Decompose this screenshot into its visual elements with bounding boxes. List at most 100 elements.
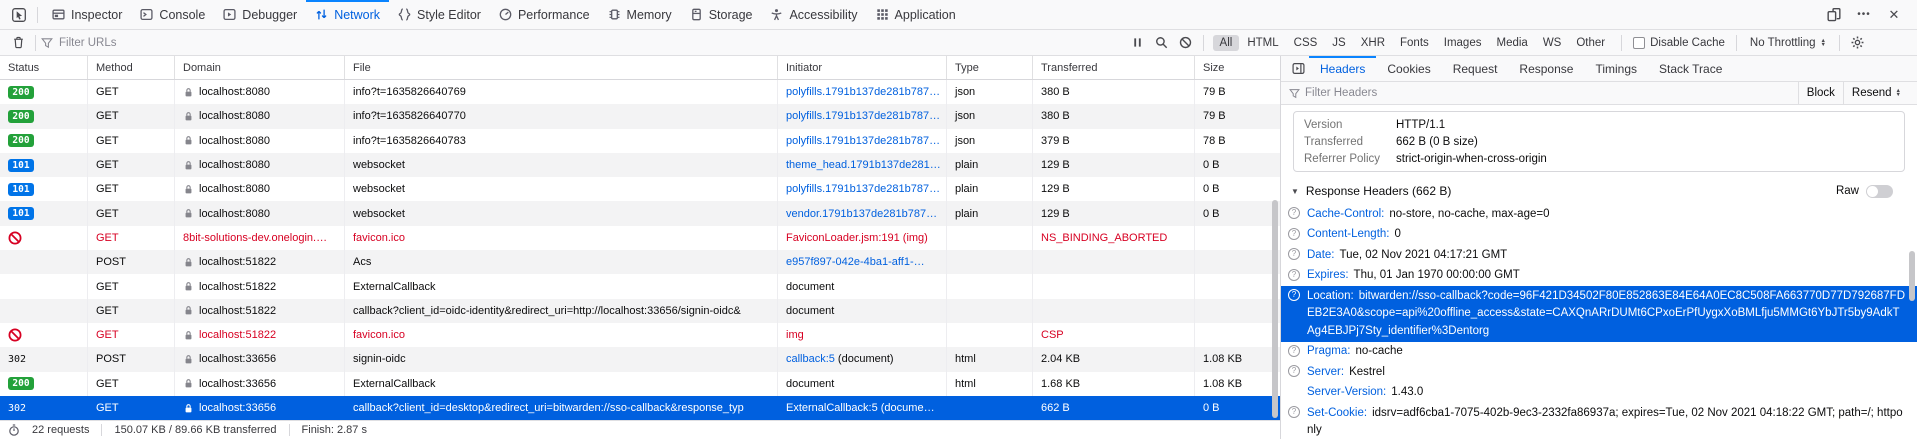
tab-memory[interactable]: Memory	[599, 0, 681, 29]
initiator-link[interactable]: polyfills.1791b137de281b787…	[786, 110, 940, 122]
help-icon[interactable]: ?	[1288, 406, 1300, 418]
request-row[interactable]: GETlocalhost:51822callback?client_id=oid…	[0, 299, 1280, 323]
initiator-link[interactable]: polyfills.1791b137de281b787…	[786, 86, 940, 98]
response-header-row[interactable]: ?Date:Tue, 02 Nov 2021 04:17:21 GMT	[1281, 245, 1917, 266]
header-value: Kestrel	[1349, 366, 1385, 378]
request-list-scrollbar-thumb[interactable]	[1272, 200, 1278, 418]
response-header-row[interactable]: ?Content-Length:0	[1281, 225, 1917, 246]
initiator-link[interactable]: theme_head.1791b137de281…	[786, 159, 941, 171]
column-header-size[interactable]: Size	[1195, 56, 1280, 79]
filter-pill-css[interactable]: CSS	[1287, 35, 1325, 51]
col-domain: 8bit-solutions-dev.onelogin.…	[175, 226, 345, 250]
tab-performance[interactable]: Performance	[490, 0, 599, 29]
column-header-method[interactable]: Method	[88, 56, 175, 79]
detail-tab-stack-trace[interactable]: Stack Trace	[1648, 56, 1733, 81]
help-icon[interactable]: ?	[1288, 345, 1300, 357]
column-header-status[interactable]: Status	[0, 56, 88, 79]
response-header-row[interactable]: ?Location:bitwarden://sso-callback?code=…	[1281, 286, 1917, 342]
response-header-row[interactable]: ?Server:Kestrel	[1281, 362, 1917, 383]
block-request-icon[interactable]	[1174, 31, 1198, 55]
request-row[interactable]: GETlocalhost:51822ExternalCallbackdocume…	[0, 274, 1280, 298]
request-row[interactable]: 200GETlocalhost:8080info?t=1635826640783…	[0, 129, 1280, 153]
column-header-file[interactable]: File	[345, 56, 778, 79]
filter-pill-html[interactable]: HTML	[1240, 35, 1285, 51]
search-icon[interactable]	[1150, 31, 1174, 55]
request-row[interactable]: 101GETlocalhost:8080websockettheme_head.…	[0, 153, 1280, 177]
help-icon[interactable]: ?	[1288, 228, 1300, 240]
initiator-link[interactable]: callback:5	[786, 353, 835, 365]
block-button[interactable]: Block	[1798, 82, 1843, 104]
response-headers-section[interactable]: ▼ Response Headers (662 B) Raw	[1281, 180, 1917, 204]
tab-storage[interactable]: Storage	[681, 0, 762, 29]
request-row[interactable]: GET8bit-solutions-dev.onelogin.…favicon.…	[0, 226, 1280, 250]
responsive-design-icon[interactable]	[1821, 0, 1847, 29]
clear-requests-icon[interactable]	[6, 31, 30, 55]
raw-toggle[interactable]	[1866, 185, 1893, 198]
header-name: Cache-Control:	[1307, 208, 1384, 220]
request-row[interactable]: 200GETlocalhost:8080info?t=1635826640769…	[0, 80, 1280, 104]
response-header-row[interactable]: ?Cache-Control:no-store, no-cache, max-a…	[1281, 204, 1917, 225]
request-row[interactable]: 200GETlocalhost:33656ExternalCallbackdoc…	[0, 372, 1280, 396]
request-row[interactable]: 101GETlocalhost:8080websocketpolyfills.1…	[0, 177, 1280, 201]
column-header-initiator[interactable]: Initiator	[778, 56, 947, 79]
detail-tab-response[interactable]: Response	[1508, 56, 1584, 81]
response-header-row[interactable]: ?Set-Cookie:idsrv=adf6cba1-7075-402b-9ec…	[1281, 403, 1917, 439]
column-header-domain[interactable]: Domain	[175, 56, 345, 79]
request-row[interactable]: 200GETlocalhost:8080info?t=1635826640770…	[0, 104, 1280, 128]
network-settings-gear-icon[interactable]	[1845, 31, 1869, 55]
tab-accessibility[interactable]: Accessibility	[761, 0, 866, 29]
help-icon[interactable]: ?	[1288, 207, 1300, 219]
header-name: Location:	[1307, 290, 1354, 302]
expand-panel-icon[interactable]	[1287, 56, 1309, 81]
menu-icon[interactable]: •••	[1851, 0, 1877, 29]
initiator-link[interactable]: vendor.1791b137de281b787…	[786, 208, 937, 220]
initiator-link[interactable]: polyfills.1791b137de281b787…	[786, 183, 940, 195]
filter-headers-input[interactable]: Filter Headers	[1305, 87, 1377, 99]
filter-pill-js[interactable]: JS	[1325, 35, 1352, 51]
column-header-transferred[interactable]: Transferred	[1033, 56, 1195, 79]
help-icon[interactable]: ?	[1288, 289, 1300, 301]
request-row[interactable]: POSTlocalhost:51822Acse957f897-042e-4ba1…	[0, 250, 1280, 274]
column-header-type[interactable]: Type	[947, 56, 1033, 79]
tab-inspector[interactable]: Inspector	[43, 0, 131, 29]
response-header-row[interactable]: Server-Version:1.43.0	[1281, 383, 1917, 404]
filter-pill-all[interactable]: All	[1213, 35, 1240, 51]
response-header-row[interactable]: ?Pragma:no-cache	[1281, 342, 1917, 363]
node-picker-icon[interactable]	[6, 0, 32, 29]
initiator-link[interactable]: e957f897-042e-4ba1-aff1-…	[786, 256, 925, 268]
filter-pill-other[interactable]: Other	[1569, 35, 1612, 51]
response-header-row[interactable]: ?Expires:Thu, 01 Jan 1970 00:00:00 GMT	[1281, 266, 1917, 287]
throttling-select[interactable]: No Throttling ▲▼	[1750, 37, 1826, 49]
filter-pill-ws[interactable]: WS	[1536, 35, 1569, 51]
detail-tab-headers[interactable]: Headers	[1309, 56, 1376, 81]
col-file: info?t=1635826640770	[345, 104, 778, 128]
filter-pill-images[interactable]: Images	[1437, 35, 1489, 51]
tab-debugger[interactable]: Debugger	[214, 0, 306, 29]
tab-network[interactable]: Network	[306, 0, 389, 29]
tab-application[interactable]: Application	[867, 0, 965, 29]
disable-cache-checkbox[interactable]: Disable Cache	[1633, 37, 1725, 49]
tab-style-editor[interactable]: Style Editor	[389, 0, 490, 29]
filter-pill-fonts[interactable]: Fonts	[1393, 35, 1436, 51]
detail-tab-cookies[interactable]: Cookies	[1376, 56, 1441, 81]
filter-pill-xhr[interactable]: XHR	[1354, 35, 1392, 51]
filter-urls-input[interactable]: Filter URLs	[59, 37, 117, 49]
help-icon[interactable]: ?	[1288, 365, 1300, 377]
help-icon[interactable]: ?	[1288, 269, 1300, 281]
col-type	[947, 323, 1033, 347]
tab-console[interactable]: Console	[131, 0, 214, 29]
detail-tab-timings[interactable]: Timings	[1584, 56, 1648, 81]
request-row[interactable]: 302GETlocalhost:33656callback?client_id=…	[0, 396, 1280, 420]
resend-button[interactable]: Resend ▲▼	[1843, 82, 1909, 104]
panel-scrollbar-thumb[interactable]	[1909, 251, 1915, 301]
request-row[interactable]: GETlocalhost:51822favicon.icoimgCSP	[0, 323, 1280, 347]
request-row[interactable]: 302POSTlocalhost:33656signin-oidccallbac…	[0, 347, 1280, 371]
detail-tab-request[interactable]: Request	[1442, 56, 1509, 81]
close-icon[interactable]: ✕	[1881, 0, 1907, 29]
filter-pill-media[interactable]: Media	[1489, 35, 1534, 51]
initiator-link[interactable]: polyfills.1791b137de281b787…	[786, 135, 940, 147]
domain-text: localhost:8080	[199, 110, 270, 122]
request-row[interactable]: 101GETlocalhost:8080websocketvendor.1791…	[0, 201, 1280, 225]
pause-traffic-icon[interactable]	[1126, 31, 1150, 55]
help-icon[interactable]: ?	[1288, 248, 1300, 260]
